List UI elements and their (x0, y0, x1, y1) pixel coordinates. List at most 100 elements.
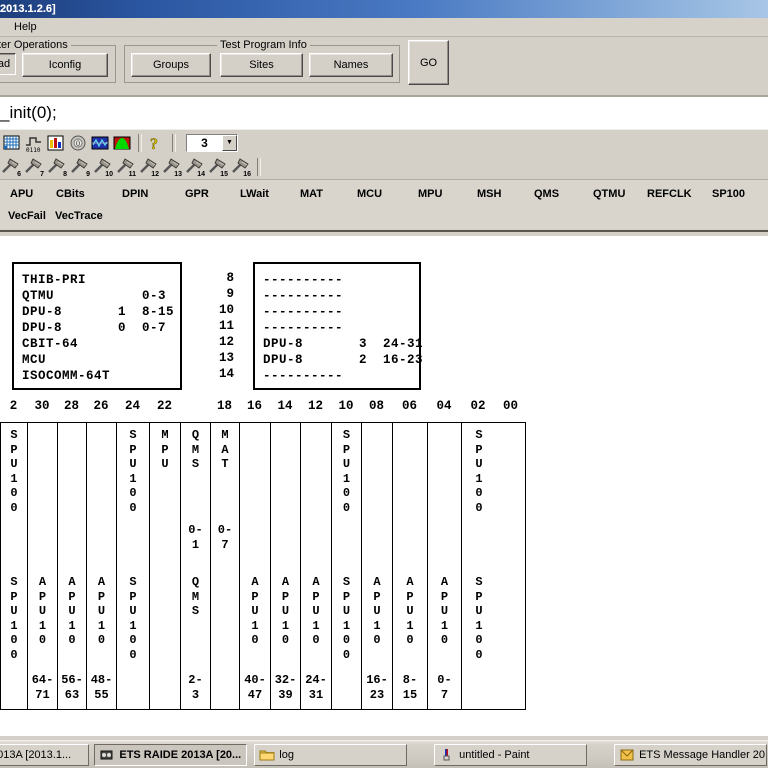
channel-column[interactable]: A P U 1 0 48- 55 (87, 423, 117, 709)
channel-column[interactable]: A P U 1 0 24- 31 (301, 423, 332, 709)
hammer-icon[interactable]: 8 (46, 156, 69, 178)
taskbar-item-label: untitled - Paint (459, 748, 530, 761)
hammer-number: 9 (86, 171, 90, 178)
site-select[interactable]: 3 ▼ (186, 133, 238, 152)
site-select-value: 3 (201, 135, 208, 150)
module-tab-vecfail[interactable]: VecFail (8, 210, 46, 222)
module-tab-sp100[interactable]: SP100 (712, 188, 745, 200)
left-slot-row: THIB-PRI (22, 273, 143, 287)
iconfig-button[interactable]: Iconfig (22, 53, 108, 77)
hammer-icon[interactable]: 11 (115, 156, 138, 178)
left-slot-box: THIB-PRI QTMU 0-3 DPU-8 1 8-15 DPU-8 0 0-7… (12, 262, 182, 390)
channel-column[interactable]: A P U 1 0 64- 71 (28, 423, 58, 709)
channel-header: 26 (93, 399, 109, 413)
module-tab-mat[interactable]: MAT (300, 188, 323, 200)
slot-number: 14 (218, 367, 234, 381)
channel-column[interactable]: A P U 1 0 40- 47 (240, 423, 271, 709)
module-tab-apu[interactable]: APU (10, 188, 33, 200)
hammer-number: 8 (63, 171, 67, 178)
menu-item-help[interactable]: Help (8, 19, 43, 35)
hammer-number: 15 (220, 171, 228, 178)
channel-column[interactable]: S P U 1 0 0 S P U 1 0 0 (1, 423, 28, 709)
module-tab-vectrace[interactable]: VecTrace (55, 210, 103, 222)
channel-bottom-label: A P U 1 0 (68, 575, 76, 647)
histogram-icon[interactable] (112, 133, 132, 153)
bar-chart-icon[interactable] (46, 133, 66, 153)
channel-column[interactable]: S P U 1 0 0 S P U 1 0 0 (117, 423, 150, 709)
svg-text:0110: 0110 (26, 147, 41, 153)
right-slot-box: ---------- ---------- ---------- -------… (253, 262, 423, 390)
module-tab-dpin[interactable]: DPIN (122, 188, 148, 200)
channel-top-range: 0- 7 (217, 523, 233, 552)
channel-header: 06 (401, 399, 417, 413)
channel-bottom-label: S P U 1 0 0 (342, 575, 351, 662)
slot-number: 12 (218, 335, 234, 349)
hammer-icon[interactable]: 9 (69, 156, 92, 178)
hammer-icon[interactable]: 15 (207, 156, 230, 178)
hammer-icon[interactable]: 6 (0, 156, 23, 178)
board-map-canvas: THIB-PRI QTMU 0-3 DPU-8 1 8-15 DPU-8 0 0-7… (0, 236, 768, 736)
channel-header: 22 (156, 399, 172, 413)
channel-header: 18 (216, 399, 232, 413)
taskbar-item[interactable]: ETS Message Handler 20... (614, 743, 767, 766)
channel-top-range: 0- 1 (188, 523, 203, 552)
binary-waveform-icon[interactable]: 0110 (24, 133, 44, 154)
channel-bottom-label: A P U 1 0 (281, 575, 290, 647)
channel-column[interactable]: A P U 1 0 8- 15 (393, 423, 428, 709)
taskbar-item[interactable]: 2013A [2013.1... (0, 743, 90, 766)
taskbar-item[interactable]: log (254, 743, 408, 766)
hammer-icon[interactable]: 16 (230, 156, 253, 178)
module-tab-qtmu[interactable]: QTMU (593, 188, 625, 200)
channel-column[interactable]: A P U 1 0 16- 23 (362, 423, 393, 709)
channel-column[interactable]: S P U 1 0 0 S P U 1 0 0 (332, 423, 362, 709)
window-title: 2013.1.2.6] (0, 3, 56, 15)
channel-column[interactable]: M P U (150, 423, 181, 709)
taskbar-item[interactable]: untitled - Paint (434, 743, 588, 766)
groups-button[interactable]: Groups (131, 53, 211, 77)
module-tab-refclk[interactable]: REFCLK (647, 188, 692, 200)
slot-number: 11 (218, 319, 234, 333)
channel-column[interactable]: M A T 0- 7 (211, 423, 240, 709)
channel-bottom-range: 16- 23 (366, 673, 388, 702)
hammer-icon[interactable]: 14 (184, 156, 207, 178)
channel-column[interactable]: S P U 1 0 0 S P U 1 0 0 (462, 423, 496, 709)
taskbar: 2013A [2013.1... ETS RAIDE 2013A [20... lo… (0, 740, 768, 768)
hammer-number: 7 (40, 171, 44, 178)
module-tab-msh[interactable]: MSH (477, 188, 501, 200)
module-tab-mcu[interactable]: MCU (357, 188, 382, 200)
hammer-icon[interactable]: 7 (23, 156, 46, 178)
help-icon[interactable]: ? (146, 133, 166, 153)
module-tab-row-2: VecFail VecTrace (0, 205, 768, 227)
channel-bottom-range: 56- 63 (61, 673, 83, 702)
taskbar-item[interactable]: ETS RAIDE 2013A [20... (94, 743, 248, 766)
module-tab-row-1: APU CBits DPIN GPR LWait MAT MCU MPU MSH QMS QTMU R… (0, 183, 768, 205)
channel-column[interactable]: Q M S 0- 1 Q M S 2- 3 (181, 423, 211, 709)
scope-trace-icon[interactable] (90, 133, 110, 153)
chevron-down-icon[interactable]: ▼ (222, 134, 237, 151)
module-tab-qms[interactable]: QMS (534, 188, 559, 200)
gauge-icon[interactable]: 0 (68, 133, 88, 153)
module-bar-separator (0, 230, 768, 232)
channel-header: 16 (246, 399, 262, 413)
names-button[interactable]: Names (309, 53, 393, 77)
hammer-icon[interactable]: 13 (161, 156, 184, 178)
module-tab-cbits[interactable]: CBits (56, 188, 85, 200)
channel-column[interactable]: A P U 1 0 56- 63 (58, 423, 87, 709)
channel-column[interactable]: A P U 1 0 32- 39 (271, 423, 301, 709)
module-tab-mpu[interactable]: MPU (418, 188, 442, 200)
menu-bar: Help (0, 18, 768, 37)
module-tab-gpr[interactable]: GPR (185, 188, 209, 200)
slot-number: 9 (226, 287, 234, 301)
hammer-icon[interactable]: 10 (92, 156, 115, 178)
hammer-icon[interactable]: 12 (138, 156, 161, 178)
channel-column[interactable]: A P U 1 0 0- 7 (428, 423, 462, 709)
left-slot-row: MCU (22, 353, 143, 367)
go-button[interactable]: GO (408, 40, 449, 85)
grid-icon[interactable] (2, 133, 22, 153)
right-slot-row: ---------- (263, 289, 384, 303)
hammer-number: 13 (174, 171, 182, 178)
module-tab-lwait[interactable]: LWait (240, 188, 269, 200)
download-button[interactable]: ead (0, 53, 16, 75)
sites-button[interactable]: Sites (220, 53, 303, 77)
icon-toolbar: 0110 0 ? 3 ▼ (0, 129, 768, 155)
